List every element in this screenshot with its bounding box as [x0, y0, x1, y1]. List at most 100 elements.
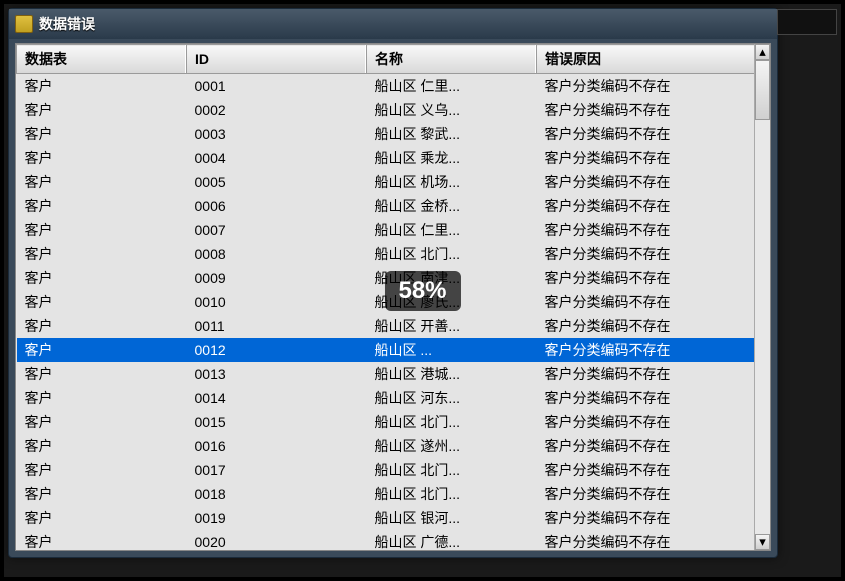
- cell-name: 船山区 ...: [367, 338, 537, 362]
- table-row[interactable]: 客户0014船山区 河东...客户分类编码不存在: [17, 386, 770, 410]
- cell-error: 客户分类编码不存在: [537, 410, 770, 434]
- cell-table: 客户: [17, 242, 187, 266]
- cell-table: 客户: [17, 314, 187, 338]
- header-row: 数据表 ID 名称 错误原因: [17, 45, 770, 74]
- cell-error: 客户分类编码不存在: [537, 482, 770, 506]
- cell-id: 0019: [187, 506, 367, 530]
- cell-error: 客户分类编码不存在: [537, 98, 770, 122]
- cell-name: 船山区 北门...: [367, 482, 537, 506]
- table-row[interactable]: 客户0019船山区 银河...客户分类编码不存在: [17, 506, 770, 530]
- cell-id: 0006: [187, 194, 367, 218]
- cell-id: 0012: [187, 338, 367, 362]
- cell-name: 船山区 银河...: [367, 506, 537, 530]
- cell-name: 船山区 开善...: [367, 314, 537, 338]
- cell-id: 0007: [187, 218, 367, 242]
- table-row[interactable]: 客户0007船山区 仁里...客户分类编码不存在: [17, 218, 770, 242]
- cell-name: 船山区 港城...: [367, 362, 537, 386]
- cell-error: 客户分类编码不存在: [537, 266, 770, 290]
- cell-table: 客户: [17, 194, 187, 218]
- scroll-down-button[interactable]: ▾: [755, 534, 770, 550]
- cell-table: 客户: [17, 290, 187, 314]
- cell-error: 客户分类编码不存在: [537, 290, 770, 314]
- scroll-up-button[interactable]: ▴: [755, 44, 770, 60]
- cell-name: 船山区 广德...: [367, 530, 537, 551]
- cell-name: 船山区 北门...: [367, 458, 537, 482]
- cell-table: 客户: [17, 146, 187, 170]
- cell-error: 客户分类编码不存在: [537, 122, 770, 146]
- cell-id: 0010: [187, 290, 367, 314]
- cell-table: 客户: [17, 410, 187, 434]
- cell-id: 0003: [187, 122, 367, 146]
- cell-table: 客户: [17, 482, 187, 506]
- cell-table: 客户: [17, 362, 187, 386]
- cell-id: 0004: [187, 146, 367, 170]
- cell-error: 客户分类编码不存在: [537, 338, 770, 362]
- cell-name: 船山区 机场...: [367, 170, 537, 194]
- table-row[interactable]: 客户0013船山区 港城...客户分类编码不存在: [17, 362, 770, 386]
- table-row[interactable]: 客户0016船山区 遂州...客户分类编码不存在: [17, 434, 770, 458]
- cell-id: 0001: [187, 74, 367, 99]
- titlebar[interactable]: 数据错误: [9, 9, 777, 39]
- cell-name: 船山区 义乌...: [367, 98, 537, 122]
- table-row[interactable]: 客户0008船山区 北门...客户分类编码不存在: [17, 242, 770, 266]
- cell-table: 客户: [17, 386, 187, 410]
- cell-table: 客户: [17, 170, 187, 194]
- col-header-table[interactable]: 数据表: [17, 45, 187, 74]
- cell-table: 客户: [17, 98, 187, 122]
- cell-name: 船山区 乘龙...: [367, 146, 537, 170]
- cell-id: 0013: [187, 362, 367, 386]
- table-row[interactable]: 客户0015船山区 北门...客户分类编码不存在: [17, 410, 770, 434]
- cell-id: 0002: [187, 98, 367, 122]
- cell-table: 客户: [17, 530, 187, 551]
- window-icon: [15, 15, 33, 33]
- table-row[interactable]: 客户0001船山区 仁里...客户分类编码不存在: [17, 74, 770, 99]
- cell-error: 客户分类编码不存在: [537, 314, 770, 338]
- table-row[interactable]: 客户0004船山区 乘龙...客户分类编码不存在: [17, 146, 770, 170]
- table-row[interactable]: 客户0020船山区 广德...客户分类编码不存在: [17, 530, 770, 551]
- cell-table: 客户: [17, 458, 187, 482]
- cell-error: 客户分类编码不存在: [537, 386, 770, 410]
- table-row[interactable]: 客户0005船山区 机场...客户分类编码不存在: [17, 170, 770, 194]
- table-row[interactable]: 客户0002船山区 义乌...客户分类编码不存在: [17, 98, 770, 122]
- table-row[interactable]: 客户0012船山区 ...客户分类编码不存在: [17, 338, 770, 362]
- progress-overlay: 58%: [384, 271, 460, 311]
- cell-id: 0016: [187, 434, 367, 458]
- cell-id: 0020: [187, 530, 367, 551]
- cell-table: 客户: [17, 74, 187, 99]
- cell-id: 0018: [187, 482, 367, 506]
- cell-error: 客户分类编码不存在: [537, 242, 770, 266]
- cell-table: 客户: [17, 218, 187, 242]
- cell-error: 客户分类编码不存在: [537, 362, 770, 386]
- table-row[interactable]: 客户0017船山区 北门...客户分类编码不存在: [17, 458, 770, 482]
- window-title: 数据错误: [39, 14, 95, 34]
- table-row[interactable]: 客户0003船山区 黎武...客户分类编码不存在: [17, 122, 770, 146]
- vertical-scrollbar[interactable]: ▴ ▾: [754, 44, 770, 550]
- cell-name: 船山区 仁里...: [367, 218, 537, 242]
- table-row[interactable]: 客户0011船山区 开善...客户分类编码不存在: [17, 314, 770, 338]
- scroll-thumb[interactable]: [755, 60, 770, 120]
- cell-table: 客户: [17, 122, 187, 146]
- cell-id: 0014: [187, 386, 367, 410]
- cell-id: 0008: [187, 242, 367, 266]
- cell-name: 船山区 北门...: [367, 410, 537, 434]
- table-row[interactable]: 客户0006船山区 金桥...客户分类编码不存在: [17, 194, 770, 218]
- cell-name: 船山区 黎武...: [367, 122, 537, 146]
- cell-error: 客户分类编码不存在: [537, 506, 770, 530]
- cell-error: 客户分类编码不存在: [537, 74, 770, 99]
- cell-id: 0009: [187, 266, 367, 290]
- cell-id: 0005: [187, 170, 367, 194]
- cell-name: 船山区 北门...: [367, 242, 537, 266]
- col-header-error[interactable]: 错误原因: [537, 45, 770, 74]
- cell-error: 客户分类编码不存在: [537, 146, 770, 170]
- cell-error: 客户分类编码不存在: [537, 434, 770, 458]
- cell-table: 客户: [17, 266, 187, 290]
- cell-id: 0011: [187, 314, 367, 338]
- cell-table: 客户: [17, 506, 187, 530]
- col-header-id[interactable]: ID: [187, 45, 367, 74]
- col-header-name[interactable]: 名称: [367, 45, 537, 74]
- table-row[interactable]: 客户0018船山区 北门...客户分类编码不存在: [17, 482, 770, 506]
- window-control-strip[interactable]: [777, 9, 837, 35]
- cell-name: 船山区 河东...: [367, 386, 537, 410]
- cell-id: 0015: [187, 410, 367, 434]
- progress-label: 58%: [398, 277, 446, 304]
